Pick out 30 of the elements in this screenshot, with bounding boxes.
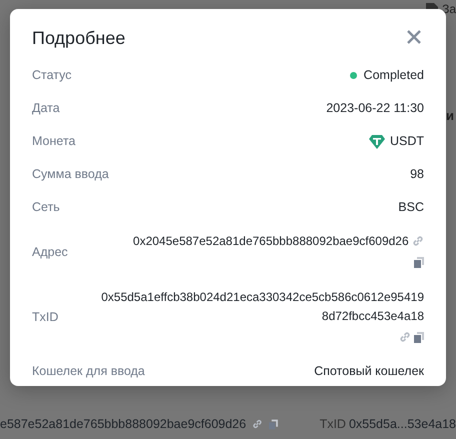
field-label: Кошелек для ввода [32,363,145,380]
copy-icon[interactable] [414,332,424,343]
link-icon[interactable] [398,331,411,343]
background-text: За [442,2,456,16]
copy-icon[interactable] [414,257,424,268]
field-value: 2023-06-22 11:30 [326,100,424,117]
field-value: Спотовый кошелек [314,363,424,380]
txid-value: 0x55d5a1effcb38b024d21eca330342ce5cb586c0612e954198d72fbcc453e4a18 [100,289,424,325]
close-icon [406,29,422,45]
field-label: Сумма ввода [32,166,109,183]
coin-icon [368,134,385,148]
field-label: Дата [32,100,60,117]
copy-icon[interactable] [268,418,278,430]
field-value: 98 [410,166,424,183]
field-value: BSC [398,199,424,216]
link-icon[interactable] [412,235,424,247]
coin-name: USDT [390,133,424,150]
field-label: TxID [32,309,58,326]
txid-text: 0x55d5a...53e4a18 [348,417,456,431]
dialog-title: Подробнее [32,27,126,50]
background-text: и [446,108,454,123]
field-label: Статус [32,67,72,84]
txid-label: TxID [320,417,346,431]
address-value: 0x2045e587e52a81de765bbb888092bae9cf609d26 [133,234,409,248]
address-text: e587e52a81de765bbb888092bae9cf609d26 [0,417,246,431]
field-label: Сеть [32,199,60,216]
status-text: Completed [364,67,424,84]
link-icon[interactable] [252,418,263,430]
field-label: Адрес [32,244,68,260]
field-label: Монета [32,133,76,150]
